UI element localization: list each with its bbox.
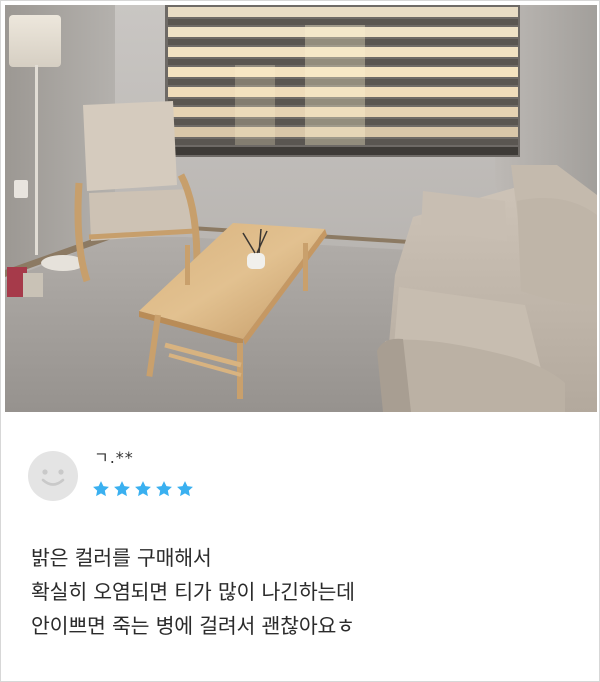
- star-icon: [156, 481, 172, 497]
- review-text: 밝은 컬러를 구매해서 확실히 오염되면 티가 많이 나긴하는데 안이쁘면 죽는…: [31, 541, 571, 643]
- review-text-line: 밝은 컬러를 구매해서: [31, 546, 212, 570]
- review-card: ㄱ.** 밝은 컬러를 구매해서 확실히 오염되면 티가 많이 나긴하는데 안이…: [0, 0, 600, 682]
- review-photo[interactable]: [5, 5, 597, 412]
- star-rating: [91, 479, 195, 499]
- reviewer-name: ㄱ.**: [94, 448, 134, 467]
- star-icon: [114, 481, 130, 497]
- star-icon: [177, 481, 193, 497]
- review-text-line: 안이쁘면 죽는 병에 걸려서 괜찮아요ㅎ: [31, 614, 355, 638]
- star-icon: [93, 481, 109, 497]
- review-text-line: 확실히 오염되면 티가 많이 나긴하는데: [31, 580, 355, 604]
- smiley-face-icon: [28, 451, 78, 501]
- star-icon: [135, 481, 151, 497]
- living-room-image: [5, 5, 597, 412]
